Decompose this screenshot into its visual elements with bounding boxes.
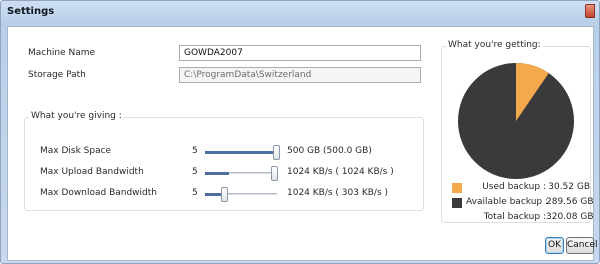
machine-name-field[interactable]: GOWDA2007 xyxy=(179,45,421,61)
giving-group-title: What you're giving : xyxy=(29,111,124,121)
max-download-bandwidth-slider[interactable] xyxy=(205,187,277,202)
max-download-bandwidth-min: 5 xyxy=(192,188,198,198)
available-backup-label: Available backup : xyxy=(466,197,549,207)
max-download-bandwidth-label: Max Download Bandwidth xyxy=(40,188,157,198)
settings-window: Settings Machine Name GOWDA2007 Storage … xyxy=(0,0,600,264)
total-backup-label: Total backup : xyxy=(483,212,546,222)
title-bar[interactable]: Settings xyxy=(1,1,599,23)
slider-thumb[interactable] xyxy=(221,187,228,202)
total-backup-value: 320.08 GB xyxy=(546,212,594,222)
used-backup-value: 30.52 GB xyxy=(548,182,590,192)
available-backup-value: 289.56 GB xyxy=(546,197,594,207)
slider-fill xyxy=(205,151,277,154)
ok-button[interactable]: OK xyxy=(545,237,564,254)
max-disk-space-min: 5 xyxy=(192,146,198,156)
storage-path-field: C:\ProgramData\Switzerland xyxy=(179,67,421,83)
storage-path-label: Storage Path xyxy=(28,70,86,80)
max-disk-space-value: 500 GB (500.0 GB) xyxy=(287,146,372,156)
max-disk-space-slider[interactable] xyxy=(205,145,280,160)
available-backup-swatch xyxy=(452,198,462,208)
max-upload-bandwidth-value: 1024 KB/s ( 1024 KB/s ) xyxy=(287,167,394,177)
settings-panel: Machine Name GOWDA2007 Storage Path C:\P… xyxy=(7,26,598,261)
machine-name-label: Machine Name xyxy=(28,48,96,58)
cancel-button[interactable]: Cancel xyxy=(566,237,598,254)
max-download-bandwidth-value: 1024 KB/s ( 303 KB/s ) xyxy=(287,188,389,198)
used-backup-swatch xyxy=(452,183,462,193)
close-button[interactable] xyxy=(585,4,595,18)
getting-group-title: What you're getting: xyxy=(446,40,543,50)
max-disk-space-label: Max Disk Space xyxy=(40,146,112,156)
getting-group: What you're getting: Used backup : 30.52… xyxy=(441,40,594,223)
giving-group: What you're giving : Max Disk Space 5 50… xyxy=(24,111,424,211)
backup-pie-chart xyxy=(458,63,574,179)
max-upload-bandwidth-label: Max Upload Bandwidth xyxy=(40,167,144,177)
slider-fill xyxy=(205,172,229,175)
slider-thumb[interactable] xyxy=(271,166,278,181)
used-backup-label: Used backup : xyxy=(482,182,546,192)
max-upload-bandwidth-min: 5 xyxy=(192,167,198,177)
slider-thumb[interactable] xyxy=(273,145,280,160)
max-upload-bandwidth-slider[interactable] xyxy=(205,166,278,181)
window-title: Settings xyxy=(7,6,55,17)
